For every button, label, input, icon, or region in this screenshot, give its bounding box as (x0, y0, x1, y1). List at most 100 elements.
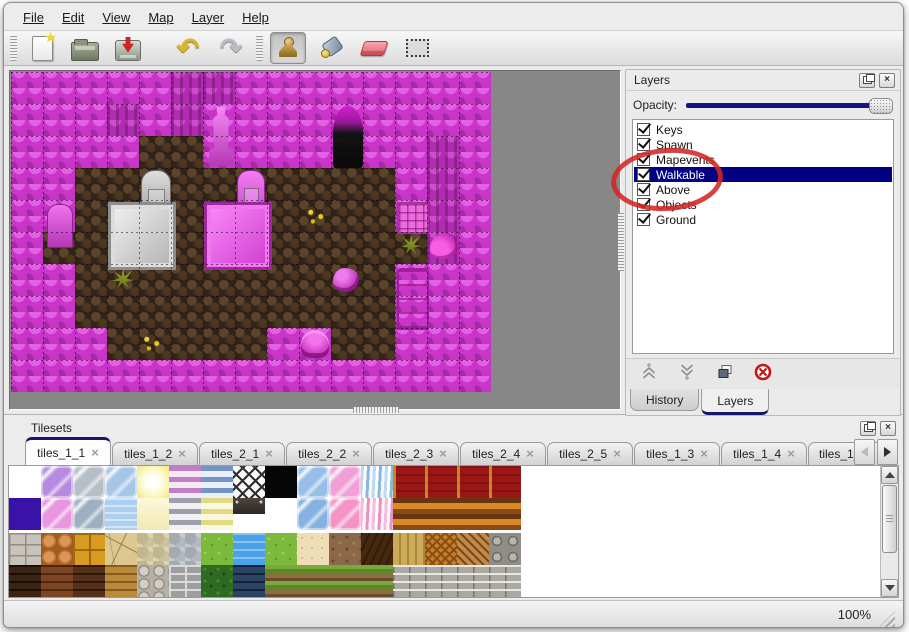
tileset-tab-tiles_1_3[interactable]: tiles_1_3 × (634, 442, 720, 466)
map-tile[interactable] (459, 264, 491, 297)
toolbar-drag-handle[interactable] (10, 35, 17, 62)
map-tile[interactable] (427, 104, 459, 137)
palette-tile-rubble[interactable] (137, 565, 169, 598)
layer-checkbox[interactable] (637, 168, 650, 182)
tab-layers[interactable]: Layers (701, 389, 770, 416)
palette-tile-str-gray[interactable] (169, 498, 201, 531)
tab-close-icon[interactable]: × (526, 447, 534, 460)
move-layer-up-button[interactable] (638, 363, 660, 384)
map-tile[interactable] (43, 360, 75, 393)
palette-tile-goldtile[interactable] (73, 533, 105, 566)
palette-tile-brick-gray2[interactable] (425, 565, 457, 598)
tileset-tab-tiles_2_2[interactable]: tiles_2_2 × (286, 442, 372, 466)
map-tile[interactable] (363, 264, 395, 297)
map-tile[interactable] (331, 168, 363, 201)
map-tile[interactable] (299, 232, 331, 265)
duplicate-layer-button[interactable] (714, 364, 736, 384)
map-tile[interactable] (459, 168, 491, 201)
vertical-splitter-handle[interactable] (618, 213, 624, 271)
palette-tile-empty[interactable] (265, 498, 297, 531)
palette-tile-pebble-b[interactable] (137, 533, 169, 566)
palette-tile-carpet[interactable] (393, 466, 425, 499)
map-tile[interactable] (363, 328, 395, 361)
map-tile[interactable] (43, 264, 75, 297)
map-object-coins-gold[interactable] (303, 205, 329, 227)
map-tile[interactable] (299, 168, 331, 201)
map-tile[interactable] (459, 232, 491, 265)
palette-tile-metal[interactable] (233, 498, 265, 515)
palette-tile-black[interactable] (265, 466, 297, 499)
palette-tile-brick-gray2[interactable] (393, 565, 425, 598)
map-tile[interactable] (203, 72, 235, 105)
palette-tile-crops[interactable] (329, 565, 361, 598)
map-tile[interactable] (139, 136, 171, 169)
map-tile[interactable] (139, 72, 171, 105)
layer-row-walkable[interactable]: Walkable (634, 167, 892, 183)
map-tile[interactable] (171, 168, 203, 201)
palette-tile-brick-gold[interactable] (105, 565, 137, 598)
palette-tile-brick-red[interactable] (41, 565, 73, 598)
map-tile[interactable] (427, 72, 459, 105)
menu-file[interactable]: File (14, 8, 53, 27)
map-tile[interactable] (235, 136, 267, 169)
eraser-tool-button[interactable] (356, 32, 392, 64)
map-tile[interactable] (75, 168, 107, 201)
map-tile[interactable] (235, 296, 267, 329)
palette-tile-str-yellow[interactable] (201, 498, 233, 531)
map-tile[interactable] (395, 104, 427, 137)
map-tile[interactable] (43, 136, 75, 169)
map-tile[interactable] (107, 296, 139, 329)
menu-help[interactable]: Help (233, 8, 278, 27)
palette-tile-cryst-purple[interactable] (41, 466, 73, 499)
layer-list[interactable]: Keys Spawn Mapevents Walkable Above Objects Gr… (632, 119, 894, 355)
layer-checkbox[interactable] (637, 213, 650, 227)
map-tile[interactable] (11, 200, 43, 233)
palette-tile-water2[interactable] (233, 533, 265, 566)
map-tile[interactable] (459, 72, 491, 105)
close-tilesets-button[interactable]: × (880, 420, 896, 436)
map-tile[interactable] (427, 328, 459, 361)
map-tile[interactable] (299, 104, 331, 137)
map-object-crate-pink[interactable] (397, 202, 429, 235)
palette-tile-cracked[interactable] (105, 533, 137, 566)
tileset-palette[interactable] (9, 466, 880, 598)
scroll-up-button[interactable] (881, 466, 898, 485)
map-tile[interactable] (43, 168, 75, 201)
map-tile[interactable] (363, 104, 395, 137)
map-tile[interactable] (203, 328, 235, 361)
map-tile[interactable] (395, 328, 427, 361)
scroll-down-button[interactable] (881, 579, 898, 598)
map-tile[interactable] (459, 200, 491, 233)
map-tile[interactable] (107, 72, 139, 105)
map-tile[interactable] (267, 136, 299, 169)
map-tile[interactable] (427, 360, 459, 393)
map-tile[interactable] (395, 168, 427, 201)
palette-tile-brick-gray2[interactable] (489, 565, 521, 598)
map-viewport[interactable] (9, 70, 621, 411)
palette-tile-cobble[interactable] (41, 533, 73, 566)
tab-scroll-left-button[interactable] (854, 439, 875, 466)
map-object-urn-magenta[interactable] (301, 330, 329, 359)
palette-tile-str-blue[interactable] (201, 466, 233, 499)
tab-close-icon[interactable]: × (439, 447, 447, 460)
palette-tile-wood-str[interactable] (489, 498, 521, 531)
map-tile[interactable] (43, 72, 75, 105)
palette-tile-brick-blue[interactable] (233, 565, 265, 598)
tileset-tab-tiles_1_4[interactable]: tiles_1_4 × (721, 442, 807, 466)
undo-button[interactable]: ↶ (170, 32, 206, 64)
map-tile[interactable] (171, 72, 203, 105)
map-tile[interactable] (107, 168, 139, 201)
tab-close-icon[interactable]: × (352, 447, 360, 460)
map-tile[interactable] (11, 264, 43, 297)
tab-close-icon[interactable]: × (700, 447, 708, 460)
map-object-door-pink[interactable] (397, 268, 429, 331)
palette-tile-water[interactable] (105, 498, 137, 531)
new-document-button[interactable] (24, 32, 60, 64)
map-tile[interactable] (11, 136, 43, 169)
tab-scroll-right-button[interactable] (877, 439, 898, 466)
palette-tile-basket[interactable] (425, 533, 457, 566)
layer-checkbox[interactable] (637, 183, 650, 197)
map-object-coins-gold[interactable] (139, 332, 165, 354)
map-tile[interactable] (299, 296, 331, 329)
layer-checkbox[interactable] (637, 153, 650, 167)
